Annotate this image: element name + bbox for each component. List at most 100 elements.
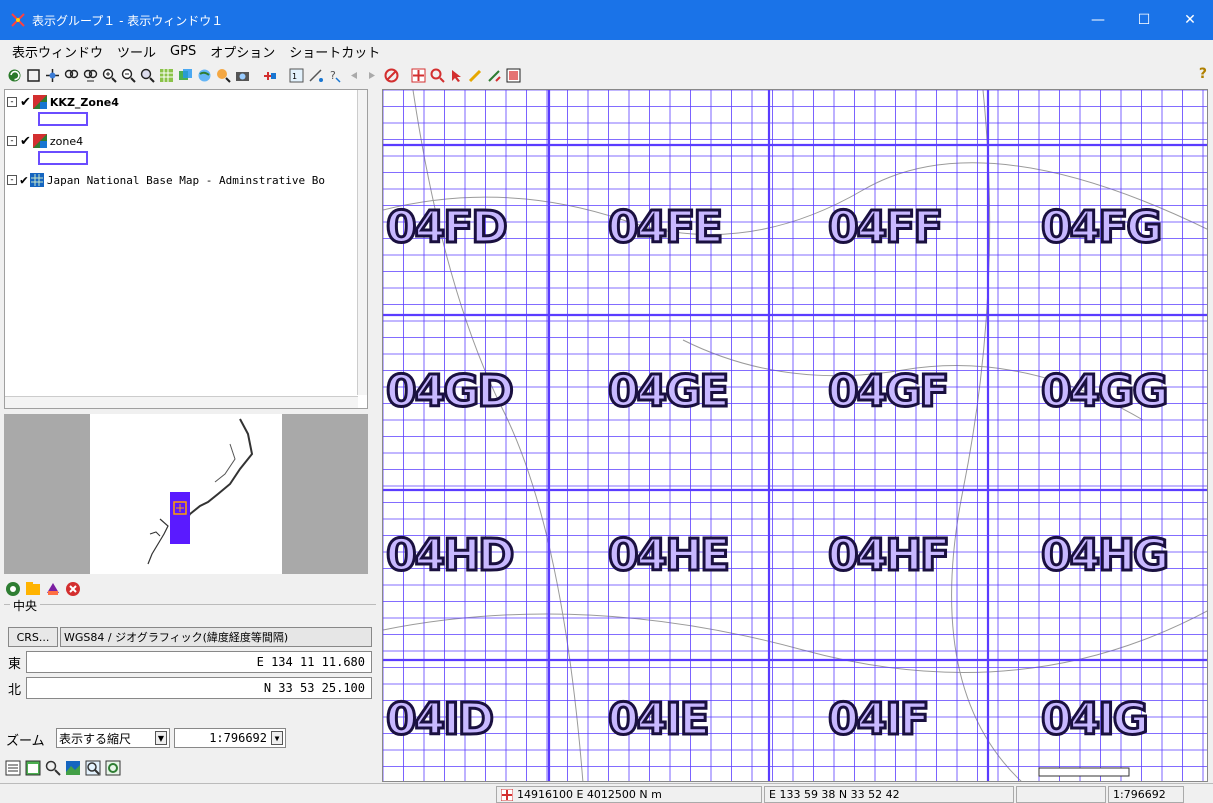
menu-gps[interactable]: GPS [170,44,196,59]
zoom-extent-icon[interactable] [63,67,80,84]
menu-tools[interactable]: ツール [117,42,156,61]
folder-icon[interactable] [24,580,42,598]
zoom-label: ズーム [6,734,45,749]
chevron-down-icon[interactable]: ▼ [155,731,167,745]
layer-row-kkz-zone4[interactable]: - ✔ KKZ_Zone4 [7,93,119,111]
visible-check-icon[interactable]: ✔ [20,95,31,110]
stop-icon[interactable] [383,67,400,84]
refresh-icon[interactable] [6,67,23,84]
zoom-out-icon[interactable] [120,67,137,84]
forward-icon[interactable] [364,67,381,84]
layer-name: KKZ_Zone4 [49,95,119,109]
layer-style-swatch[interactable] [38,112,88,126]
zoom-red-icon[interactable] [429,67,446,84]
tile-label-04gg: 04GG [1039,365,1169,419]
chevron-down-icon[interactable]: ▼ [271,731,283,745]
overview-map-canvas[interactable] [90,414,282,574]
add-layer-icon[interactable] [261,67,278,84]
layer-name: Japan National Base Map - Adminstrative … [46,173,325,187]
collapse-icon[interactable]: - [7,136,17,146]
menu-display-window[interactable]: 表示ウィンドウ [12,42,103,61]
tile-label-04he: 04HE [606,529,731,583]
measure-icon[interactable] [307,67,324,84]
center-legend: 中央 [10,597,41,614]
visible-check-icon[interactable]: ✔ [20,173,28,188]
overview-tools [4,579,84,599]
svg-text:?: ? [330,69,336,82]
window-title: 表示グループ１ - 表示ウィンドウ１ [32,13,224,28]
zoom-target-icon[interactable] [104,759,122,777]
search-globe-icon[interactable] [215,67,232,84]
overview-map[interactable] [4,414,368,574]
crosshair-icon[interactable] [410,67,427,84]
draw-icon[interactable] [467,67,484,84]
east-label: 東 [8,657,22,672]
menu-bar: 表示ウィンドウ ツール GPS オプション ショートカット [0,40,1213,62]
zoom-region-icon[interactable] [84,759,102,777]
vector-layer-icon [32,95,47,109]
zoom-mode-value: 表示する縮尺 [59,731,132,746]
tile-label-04ig: 04IG [1040,693,1151,747]
vertical-scrollbar[interactable] [357,90,367,395]
close-button[interactable]: ✕ [1167,0,1213,40]
layer-style-swatch[interactable] [38,151,88,165]
layer-row-zone4[interactable]: - ✔ zone4 [7,132,83,150]
tile-label-04ff: 04FF [826,201,944,255]
zoom-scale-select[interactable]: 1:796692 ▼ [174,728,286,748]
north-coordinate-field[interactable]: N 33 53 25.100 [26,677,372,699]
info-icon[interactable]: ? [326,67,343,84]
tile-label-04gf: 04GF [826,365,950,419]
map-image-icon[interactable] [64,759,82,777]
menu-shortcuts[interactable]: ショートカット [289,42,380,61]
search-icon[interactable] [44,759,62,777]
raster-layer-icon [29,173,44,187]
tile-grid [383,90,1207,781]
map-view[interactable]: 04FD 04FE 04FF 04FG 04GD 04GE 04GF 04GG 04HD 04HE… [382,89,1208,782]
pan-icon[interactable] [44,67,61,84]
scale-value: 1:796692 [1113,788,1166,801]
zoom-scale-value: 1:796692 [209,731,267,745]
zoom-mode-select[interactable]: 表示する縮尺 ▼ [56,728,170,748]
zoom-box-icon[interactable] [139,67,156,84]
collapse-icon[interactable]: - [7,97,17,107]
layer-name: zone4 [49,134,84,148]
camera-icon[interactable] [234,67,251,84]
list-icon[interactable] [4,759,22,777]
layer-panel: - ✔ KKZ_Zone4 - ✔ zone4 - ✔ Japan Nation… [4,89,368,409]
tile-label-04gd: 04GD [385,365,516,419]
vector-layer-icon [32,134,47,148]
layers-icon[interactable] [177,67,194,84]
status-projected: 14916100 E 4012500 N m [496,786,762,803]
east-coordinate-field[interactable]: E 134 11 11.680 [26,651,372,673]
collapse-icon[interactable]: - [7,175,17,185]
zoom-prev-icon[interactable] [82,67,99,84]
horizontal-scrollbar[interactable] [5,396,358,408]
delete-icon[interactable] [64,580,82,598]
tile-label-04id: 04ID [384,693,495,747]
edit-icon[interactable] [486,67,503,84]
status-message [0,786,494,803]
tile-label-04fe: 04FE [606,201,724,255]
visible-check-icon[interactable]: ✔ [20,134,31,149]
tile-label-04ie: 04IE [607,693,712,747]
tile-label-04hg: 04HG [1039,529,1170,583]
grid-icon[interactable] [158,67,175,84]
tile-label-04fg: 04FG [1039,201,1163,255]
svg-text:1: 1 [292,72,297,81]
crs-button[interactable]: CRS... [8,627,58,647]
minimize-button[interactable]: — [1075,0,1121,40]
menu-options[interactable]: オプション [210,42,275,61]
full-extent-icon[interactable] [25,67,42,84]
help-icon[interactable]: ? [1199,66,1207,82]
globe-icon[interactable] [196,67,213,84]
layer-row-base-map[interactable]: - ✔ Japan National Base Map - Adminstrat… [7,171,325,189]
print-map-icon[interactable] [505,67,522,84]
tile-index-icon[interactable]: 1 [288,67,305,84]
window-icon[interactable] [24,759,42,777]
zoom-in-icon[interactable] [101,67,118,84]
select-arrow-icon[interactable] [448,67,465,84]
palette-icon[interactable] [44,580,62,598]
navigate-icon[interactable] [4,580,22,598]
back-icon[interactable] [345,67,362,84]
maximize-button[interactable]: ☐ [1121,0,1167,40]
